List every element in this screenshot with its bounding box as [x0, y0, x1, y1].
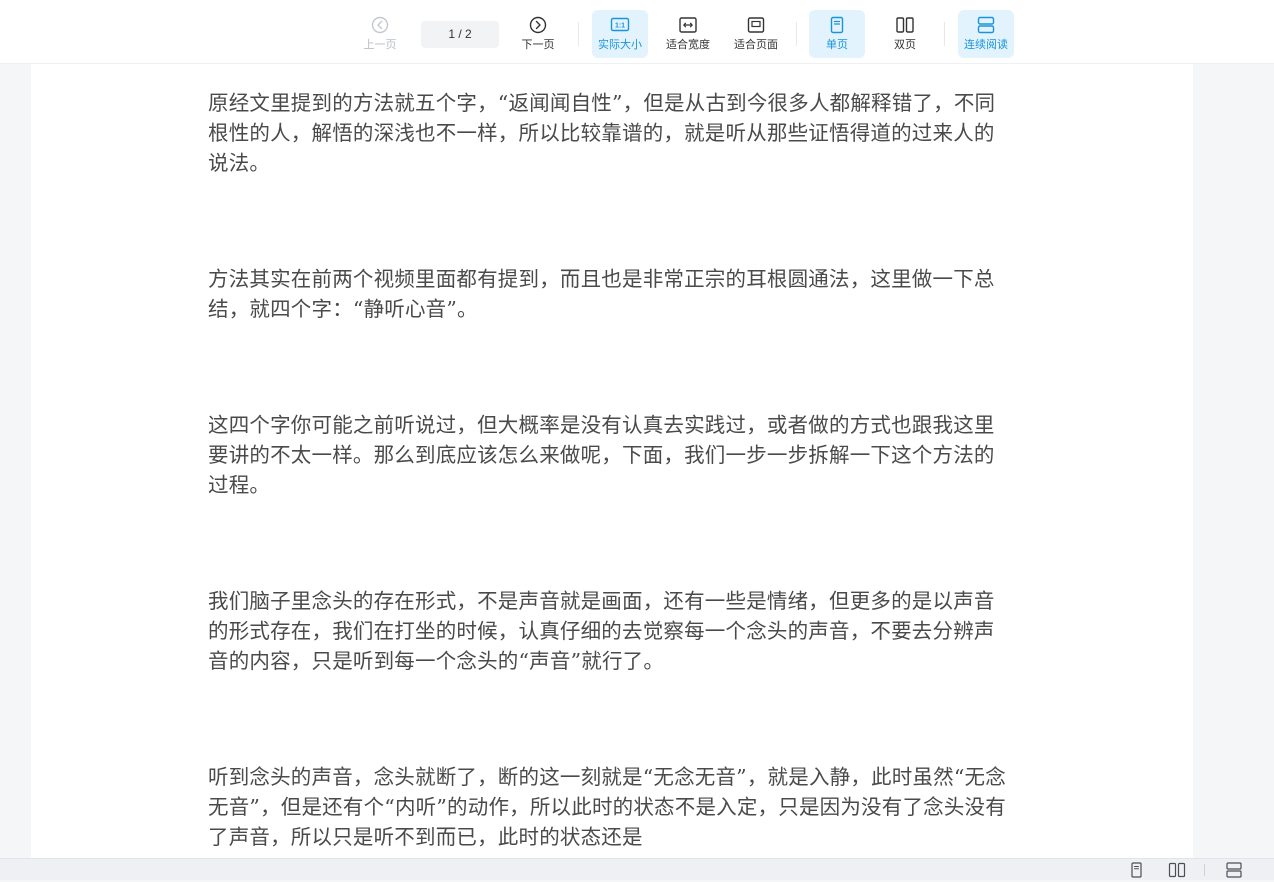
continuous-read-button[interactable]: 连续阅读	[958, 10, 1014, 58]
single-page-label: 单页	[826, 38, 848, 51]
fit-width-icon	[679, 17, 697, 33]
single-page-icon	[830, 16, 844, 34]
continuous-read-icon	[1226, 862, 1242, 878]
double-page-icon	[1168, 862, 1186, 878]
page-indicator-text: 1 / 2	[448, 27, 472, 41]
fit-width-button[interactable]: 适合宽度	[660, 10, 716, 58]
fit-page-icon	[747, 17, 765, 33]
continuous-read-icon	[977, 16, 995, 34]
double-page-button[interactable]: 双页	[877, 10, 933, 58]
chevron-left-circle-icon	[371, 16, 389, 34]
single-page-button[interactable]: 单页	[809, 10, 865, 58]
actual-size-icon: 1:1	[610, 17, 630, 32]
single-page-view-button[interactable]	[1128, 862, 1146, 878]
actual-size-icon-text: 1:1	[615, 23, 625, 30]
paragraph: 听到念头的声音，念头就断了，断的这一刻就是“无念无音”，就是入静，此时虽然“无念…	[208, 765, 1006, 849]
double-page-icon	[896, 17, 914, 33]
fit-width-label: 适合宽度	[666, 38, 710, 51]
paragraph: 原经文里提到的方法就五个字，“返闻闻自性”，但是从古到今很多人都解释错了，不同根…	[208, 91, 996, 175]
actual-size-label: 实际大小	[598, 38, 642, 51]
next-page-button[interactable]: 下一页	[514, 10, 562, 58]
single-page-icon	[1131, 862, 1142, 878]
double-page-label: 双页	[894, 38, 916, 51]
continuous-read-label: 连续阅读	[964, 38, 1008, 51]
double-page-view-button[interactable]	[1168, 862, 1186, 878]
paragraph: 我们脑子里念头的存在形式，不是声音就是画面，还有一些是情绪，但更多的是以声音的形…	[208, 589, 995, 673]
paragraph: 这四个字你可能之前听说过，但大概率是没有认真去实践过，或者做的方式也跟我这里要讲…	[208, 413, 995, 497]
prev-page-label: 上一页	[363, 38, 397, 51]
toolbar-divider	[944, 22, 945, 46]
fit-page-label: 适合页面	[734, 38, 778, 51]
prev-page-button[interactable]: 上一页	[356, 10, 404, 58]
toolbar-divider	[578, 22, 579, 46]
fit-page-button[interactable]: 适合页面	[728, 10, 784, 58]
document-page: 原经文里提到的方法就五个字，“返闻闻自性”，但是从古到今很多人都解释错了，不同根…	[31, 64, 1193, 858]
paragraph: 方法其实在前两个视频里面都有提到，而且也是非常正宗的耳根圆通法，这里做一下总结，…	[208, 267, 995, 321]
toolbar: 上一页 1 / 2 下一页 1:1 实际大小 适合宽度 适合页面 单页 双页 连…	[0, 0, 1274, 64]
continuous-view-button[interactable]	[1225, 862, 1243, 878]
status-divider	[1204, 864, 1205, 876]
actual-size-button[interactable]: 1:1 实际大小	[592, 10, 648, 58]
next-page-label: 下一页	[521, 38, 555, 51]
toolbar-divider	[796, 22, 797, 46]
page-number-input[interactable]: 1 / 2	[421, 21, 499, 48]
chevron-right-circle-icon	[529, 16, 547, 34]
status-bar	[0, 858, 1274, 880]
